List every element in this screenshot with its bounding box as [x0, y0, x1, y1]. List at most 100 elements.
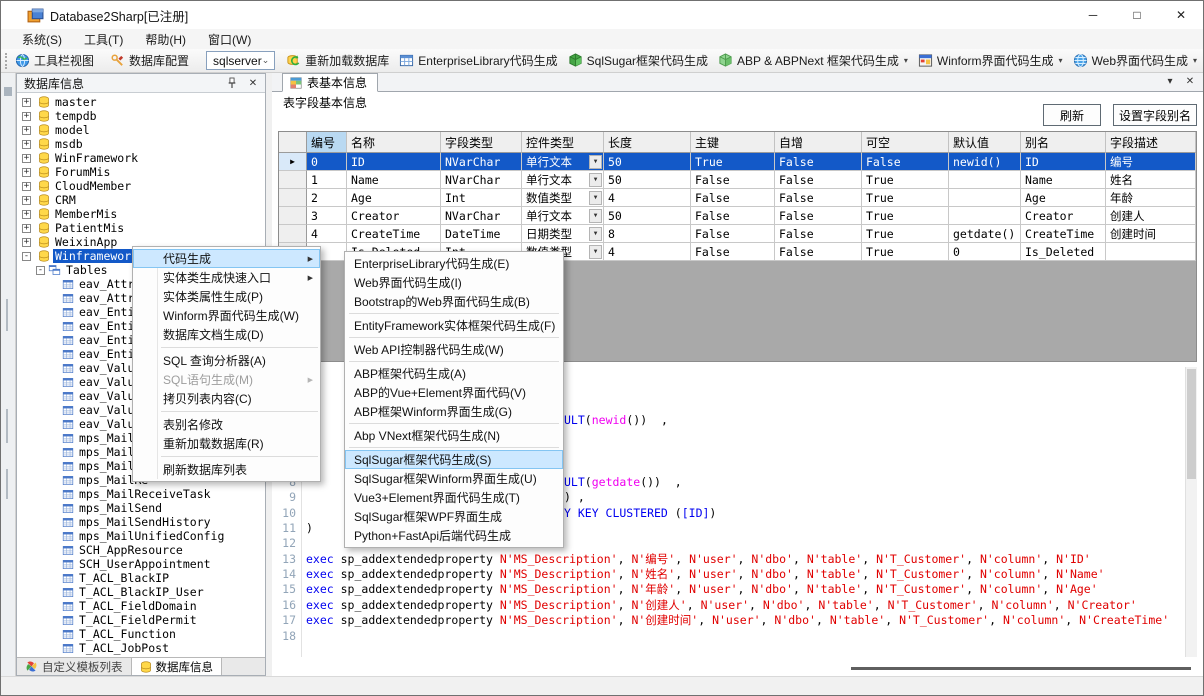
refresh-button[interactable]: 刷新 — [1043, 104, 1101, 126]
tree-node-table[interactable]: T_ACL_JobPost — [17, 641, 265, 655]
grid-cell[interactable]: False — [775, 243, 862, 261]
grid-cell[interactable]: True — [862, 225, 949, 243]
grid-cell[interactable]: getdate() — [949, 225, 1021, 243]
menu-item[interactable]: Winform界面代码生成(W) — [133, 306, 320, 325]
grid-cell[interactable]: 数值类型▼ — [522, 189, 604, 207]
grid-cell[interactable] — [949, 207, 1021, 225]
minimize-button[interactable]: ─ — [1071, 1, 1115, 29]
code-vertical-scrollbar[interactable] — [1185, 367, 1197, 657]
grid-cell[interactable]: False — [775, 171, 862, 189]
grid-cell[interactable]: Creator — [1021, 207, 1106, 225]
grid-cell[interactable]: False — [691, 225, 775, 243]
grid-cell[interactable]: False — [691, 243, 775, 261]
grid-column-header[interactable]: 默认值 — [949, 132, 1021, 153]
menu-item[interactable]: EntityFramework实体框架代码生成(F) — [345, 316, 563, 335]
menu-item[interactable]: ABP框架Winform界面生成(G) — [345, 402, 563, 421]
tree-node-database[interactable]: +WinFramework — [17, 151, 265, 165]
grid-cell[interactable]: 50 — [604, 153, 691, 171]
tree-node-database[interactable]: +tempdb — [17, 109, 265, 123]
tree-node-table[interactable]: T_ACL_FieldPermit — [17, 613, 265, 627]
grid-cell[interactable]: Age — [347, 189, 441, 207]
grid-column-header[interactable]: 长度 — [604, 132, 691, 153]
menu-item[interactable]: Vue3+Element界面代码生成(T) — [345, 488, 563, 507]
expand-icon[interactable]: + — [22, 112, 31, 121]
menu-window[interactable]: 窗口(W) — [197, 29, 262, 49]
grid-cell[interactable]: CreateTime — [347, 225, 441, 243]
bottom-tab-active[interactable]: 数据库信息 — [132, 658, 223, 675]
grid-cell[interactable] — [949, 171, 1021, 189]
tree-node-database[interactable]: +CloudMember — [17, 179, 265, 193]
grid-cell[interactable]: True — [862, 171, 949, 189]
grid-cell[interactable]: 年龄 — [1106, 189, 1196, 207]
grid-column-header[interactable]: 别名 — [1021, 132, 1106, 153]
menu-item[interactable]: EnterpriseLibrary代码生成(E) — [345, 254, 563, 273]
grid-cell[interactable]: True — [862, 243, 949, 261]
tree-node-database[interactable]: +msdb — [17, 137, 265, 151]
tree-node-database[interactable]: +PatientMis — [17, 221, 265, 235]
grid-cell[interactable]: 8 — [604, 225, 691, 243]
grid-cell[interactable]: 4 — [604, 243, 691, 261]
toolbar-config-button[interactable]: 数据库配置 — [105, 50, 194, 72]
grid-cell[interactable]: 日期类型▼ — [522, 225, 604, 243]
grid-cell[interactable]: 姓名 — [1106, 171, 1196, 189]
pin-icon[interactable] — [227, 77, 243, 89]
menu-item[interactable]: 实体类属性生成(P) — [133, 287, 320, 306]
collapse-icon[interactable]: - — [36, 266, 45, 275]
toolbar-globe-button[interactable]: 工具栏视图 — [10, 50, 99, 72]
grid-cell[interactable]: False — [775, 207, 862, 225]
grid-cell[interactable]: False — [691, 207, 775, 225]
cell-dropdown-button[interactable]: ▼ — [589, 173, 602, 187]
menu-item[interactable]: Bootstrap的Web界面代码生成(B) — [345, 292, 563, 311]
cell-dropdown-button[interactable]: ▼ — [589, 227, 602, 241]
document-close-icon[interactable]: ✕ — [1183, 76, 1197, 87]
tree-node-table[interactable]: mps_MailSend — [17, 501, 265, 515]
grid-cell[interactable]: True — [862, 207, 949, 225]
menu-item[interactable]: Abp VNext框架代码生成(N) — [345, 426, 563, 445]
grid-cell[interactable]: NVarChar — [441, 171, 522, 189]
expand-icon[interactable]: + — [22, 224, 31, 233]
tree-node-table[interactable]: SCH_UserAppointment — [17, 557, 265, 571]
menu-item[interactable]: SqlSugar框架Winform界面生成(U) — [345, 469, 563, 488]
grid-cell[interactable]: DateTime — [441, 225, 522, 243]
grid-cell[interactable]: 单行文本▼ — [522, 207, 604, 225]
grid-cell[interactable]: 单行文本▼ — [522, 171, 604, 189]
toolbar-grip[interactable] — [5, 53, 7, 69]
grid-cell[interactable]: 1 — [307, 171, 347, 189]
cell-dropdown-button[interactable]: ▼ — [589, 209, 602, 223]
expand-icon[interactable]: + — [22, 140, 31, 149]
menu-system[interactable]: 系统(S) — [11, 29, 73, 49]
grid-cell[interactable]: 0 — [307, 153, 347, 171]
grid-cell[interactable]: 50 — [604, 207, 691, 225]
menu-item[interactable]: ABP的Vue+Element界面代码(V) — [345, 383, 563, 402]
grid-cell[interactable] — [1106, 243, 1196, 261]
tree-node-table[interactable]: mps_MailReceiveTask — [17, 487, 265, 501]
grid-cell[interactable]: NVarChar — [441, 207, 522, 225]
grid-cell[interactable]: 3 — [307, 207, 347, 225]
grid-column-header[interactable]: 字段描述 — [1106, 132, 1196, 153]
code-horizontal-scrollbar-thumb[interactable] — [851, 667, 1191, 670]
grid-cell[interactable]: Age — [1021, 189, 1106, 207]
menu-item[interactable]: 拷贝列表内容(C) — [133, 389, 320, 408]
grid-cell[interactable]: ID — [347, 153, 441, 171]
expand-icon[interactable]: + — [22, 182, 31, 191]
menu-item[interactable]: Web界面代码生成(I) — [345, 273, 563, 292]
menu-tools[interactable]: 工具(T) — [73, 29, 134, 49]
tree-node-table[interactable]: T_ACL_FieldDomain — [17, 599, 265, 613]
expand-icon[interactable]: + — [22, 238, 31, 247]
grid-row-header[interactable] — [279, 225, 307, 243]
toolbar-winform-button[interactable]: Winform界面代码生成▾ — [913, 50, 1068, 72]
grid-row-header[interactable]: ▶ — [279, 153, 307, 171]
grid-cell[interactable]: False — [691, 189, 775, 207]
menu-item[interactable]: 重新加载数据库(R) — [133, 434, 320, 453]
tree-node-database[interactable]: +master — [17, 95, 265, 109]
menu-item[interactable]: 数据库文档生成(D) — [133, 325, 320, 344]
menu-item[interactable]: SQL 查询分析器(A) — [133, 351, 320, 370]
expand-icon[interactable]: + — [22, 196, 31, 205]
dropdown-arrow-icon[interactable]: ▾ — [1059, 56, 1063, 65]
grid-cell[interactable]: Int — [441, 189, 522, 207]
database-type-combobox[interactable]: sqlserver⌄ — [206, 51, 275, 70]
cell-dropdown-button[interactable]: ▼ — [589, 191, 602, 205]
grid-cell[interactable]: False — [691, 171, 775, 189]
grid-cell[interactable]: False — [775, 153, 862, 171]
cell-dropdown-button[interactable]: ▼ — [589, 155, 602, 169]
